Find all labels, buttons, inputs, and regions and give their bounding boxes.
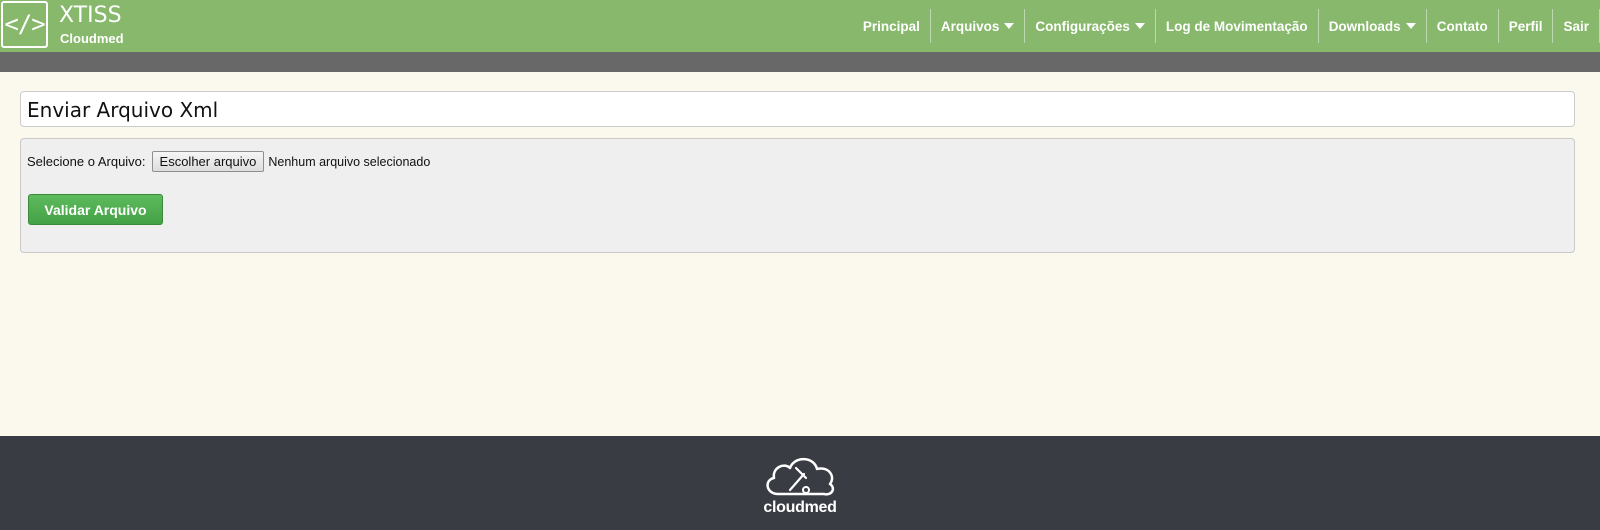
footer: cloudmed (0, 436, 1600, 530)
nav-label: Downloads (1328, 18, 1401, 34)
choose-file-button[interactable]: Escolher arquivo (151, 151, 265, 172)
caret-down-icon (1004, 23, 1015, 29)
top-navbar: </> XTISS Cloudmed Principal Arquivos Co… (0, 0, 1600, 52)
nav-label: Sair (1563, 18, 1589, 34)
upload-form-panel: Selecione o Arquivo: Escolher arquivo Ne… (20, 138, 1575, 253)
cloud-stethoscope-icon (766, 457, 835, 496)
code-logo-icon[interactable]: </> (1, 1, 48, 48)
nav-item-log-movimentacao[interactable]: Log de Movimentação (1156, 9, 1319, 43)
nav-item-contato[interactable]: Contato (1427, 9, 1499, 43)
nav-label: Arquivos (940, 18, 1000, 34)
page-title: Enviar Arquivo Xml (27, 98, 219, 122)
app-subtitle: Cloudmed (60, 31, 124, 46)
page-title-panel: Enviar Arquivo Xml (20, 91, 1575, 127)
caret-down-icon (1405, 23, 1416, 29)
caret-down-icon (1134, 23, 1145, 29)
file-input-label: Selecione o Arquivo: (27, 154, 146, 169)
nav-item-configuracoes[interactable]: Configurações (1025, 9, 1156, 43)
nav-label: Log de Movimentação (1165, 18, 1308, 34)
nav-item-sair[interactable]: Sair (1553, 9, 1600, 43)
nav-label: Configurações (1035, 18, 1130, 34)
nav-item-downloads[interactable]: Downloads (1319, 9, 1427, 43)
app-title[interactable]: XTISS (59, 3, 122, 29)
nav-label: Perfil (1508, 18, 1543, 34)
nav-item-principal[interactable]: Principal (853, 9, 931, 43)
footer-brand: cloudmed (763, 499, 837, 516)
file-status-text: Nenhum arquivo selecionado (268, 154, 431, 169)
nav-label: Principal (862, 18, 920, 34)
nav-label: Contato (1436, 18, 1488, 34)
validate-file-button[interactable]: Validar Arquivo (28, 194, 163, 225)
nav-item-perfil[interactable]: Perfil (1499, 9, 1554, 43)
file-input-row: Selecione o Arquivo: Escolher arquivo Ne… (27, 151, 430, 172)
main-nav: Principal Arquivos Configurações Log de … (853, 9, 1600, 43)
nav-item-arquivos[interactable]: Arquivos (931, 9, 1026, 43)
sub-header-bar (0, 52, 1600, 72)
